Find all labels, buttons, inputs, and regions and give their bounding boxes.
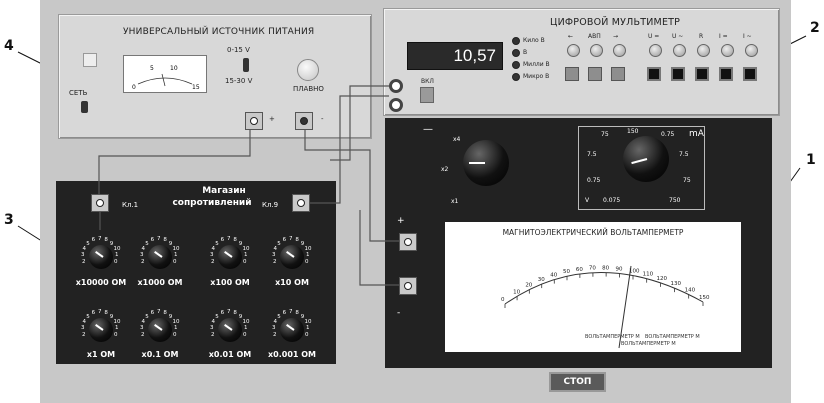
dial-number: 7 bbox=[289, 236, 293, 242]
dial-number: 10 bbox=[172, 319, 180, 326]
dial-number: 7 bbox=[98, 236, 102, 242]
dial-number: 3 bbox=[272, 325, 276, 332]
dial-number: 0 bbox=[172, 258, 177, 265]
dial-number: 3 bbox=[210, 252, 214, 259]
dial-number: 10 bbox=[304, 319, 312, 326]
dial-number: 8 bbox=[233, 310, 237, 317]
dial-number: 4 bbox=[141, 319, 145, 326]
dial-number: 3 bbox=[140, 325, 144, 332]
dial-number: 0 bbox=[242, 258, 247, 265]
dial-number: 2 bbox=[211, 331, 215, 338]
dial-number: 10 bbox=[172, 246, 180, 253]
dial-number: 5 bbox=[277, 313, 281, 320]
dial-number: 5 bbox=[86, 313, 90, 320]
dial-number: 2 bbox=[141, 258, 145, 265]
dial-number: 3 bbox=[81, 325, 85, 332]
dial-number: 1 bbox=[243, 325, 248, 332]
dial-number: 2 bbox=[82, 258, 86, 265]
dial-number: 6 bbox=[150, 310, 155, 317]
stop-button[interactable]: СТОП bbox=[549, 372, 606, 392]
dial-number: 8 bbox=[295, 310, 299, 317]
dial-number: 8 bbox=[104, 237, 108, 244]
dial-number: 5 bbox=[215, 313, 219, 320]
dial-number: 0 bbox=[304, 258, 309, 265]
dial-number: 5 bbox=[86, 240, 90, 247]
dial-number: 0 bbox=[304, 331, 309, 338]
dial-number: 2 bbox=[82, 331, 86, 338]
dial-number: 4 bbox=[211, 246, 215, 253]
dial-number: 7 bbox=[157, 236, 161, 242]
dial-number: 1 bbox=[173, 325, 178, 332]
dial-number: 8 bbox=[163, 310, 167, 317]
dial-number: 4 bbox=[273, 246, 277, 253]
dial-number: 10 bbox=[242, 319, 250, 326]
dial-number: 5 bbox=[215, 240, 219, 247]
dial-number: 6 bbox=[220, 237, 225, 244]
dial-number: 2 bbox=[273, 331, 277, 338]
dial-number: 10 bbox=[113, 319, 121, 326]
dial-number: 0 bbox=[113, 258, 118, 265]
dial-number: 4 bbox=[141, 246, 145, 253]
dial-number: 7 bbox=[157, 309, 161, 315]
dial-number: 0 bbox=[242, 331, 247, 338]
dial-number: 7 bbox=[227, 236, 231, 242]
dial-number: 10 bbox=[242, 246, 250, 253]
dial-number: 1 bbox=[305, 325, 310, 332]
dial-number: 7 bbox=[289, 309, 293, 315]
dial-number: 6 bbox=[150, 237, 155, 244]
dial-number: 10 bbox=[304, 246, 312, 253]
dial-number: 3 bbox=[272, 252, 276, 259]
dial-number: 3 bbox=[81, 252, 85, 259]
dial-number: 4 bbox=[211, 319, 215, 326]
dial-number: 4 bbox=[82, 319, 86, 326]
dial-number: 7 bbox=[98, 309, 102, 315]
dial-number: 6 bbox=[91, 237, 96, 244]
dial-number: 1 bbox=[114, 325, 119, 332]
dial-number: 0 bbox=[113, 331, 118, 338]
dial-number: 6 bbox=[282, 310, 287, 317]
connection-wires bbox=[98, 85, 399, 286]
dial-number: 2 bbox=[273, 258, 277, 265]
dial-number: 10 bbox=[113, 246, 121, 253]
dial-number: 1 bbox=[114, 252, 119, 259]
dial-number: 0 bbox=[172, 331, 177, 338]
dial-number: 5 bbox=[145, 313, 149, 320]
dial-number: 7 bbox=[227, 309, 231, 315]
dial-number: 3 bbox=[210, 325, 214, 332]
dial-number: 8 bbox=[233, 237, 237, 244]
dial-number: 1 bbox=[243, 252, 248, 259]
dial-number: 6 bbox=[220, 310, 225, 317]
dial-number: 8 bbox=[163, 237, 167, 244]
dial-number: 6 bbox=[91, 310, 96, 317]
dial-number: 4 bbox=[273, 319, 277, 326]
dial-number: 5 bbox=[277, 240, 281, 247]
dial-number: 8 bbox=[295, 237, 299, 244]
dial-number: 5 bbox=[145, 240, 149, 247]
dial-number: 2 bbox=[211, 258, 215, 265]
dial-number: 1 bbox=[305, 252, 310, 259]
dial-number: 1 bbox=[173, 252, 178, 259]
dial-number: 8 bbox=[104, 310, 108, 317]
dial-number: 4 bbox=[82, 246, 86, 253]
dial-number: 2 bbox=[141, 331, 145, 338]
dial-number: 3 bbox=[140, 252, 144, 259]
dial-number: 6 bbox=[282, 237, 287, 244]
